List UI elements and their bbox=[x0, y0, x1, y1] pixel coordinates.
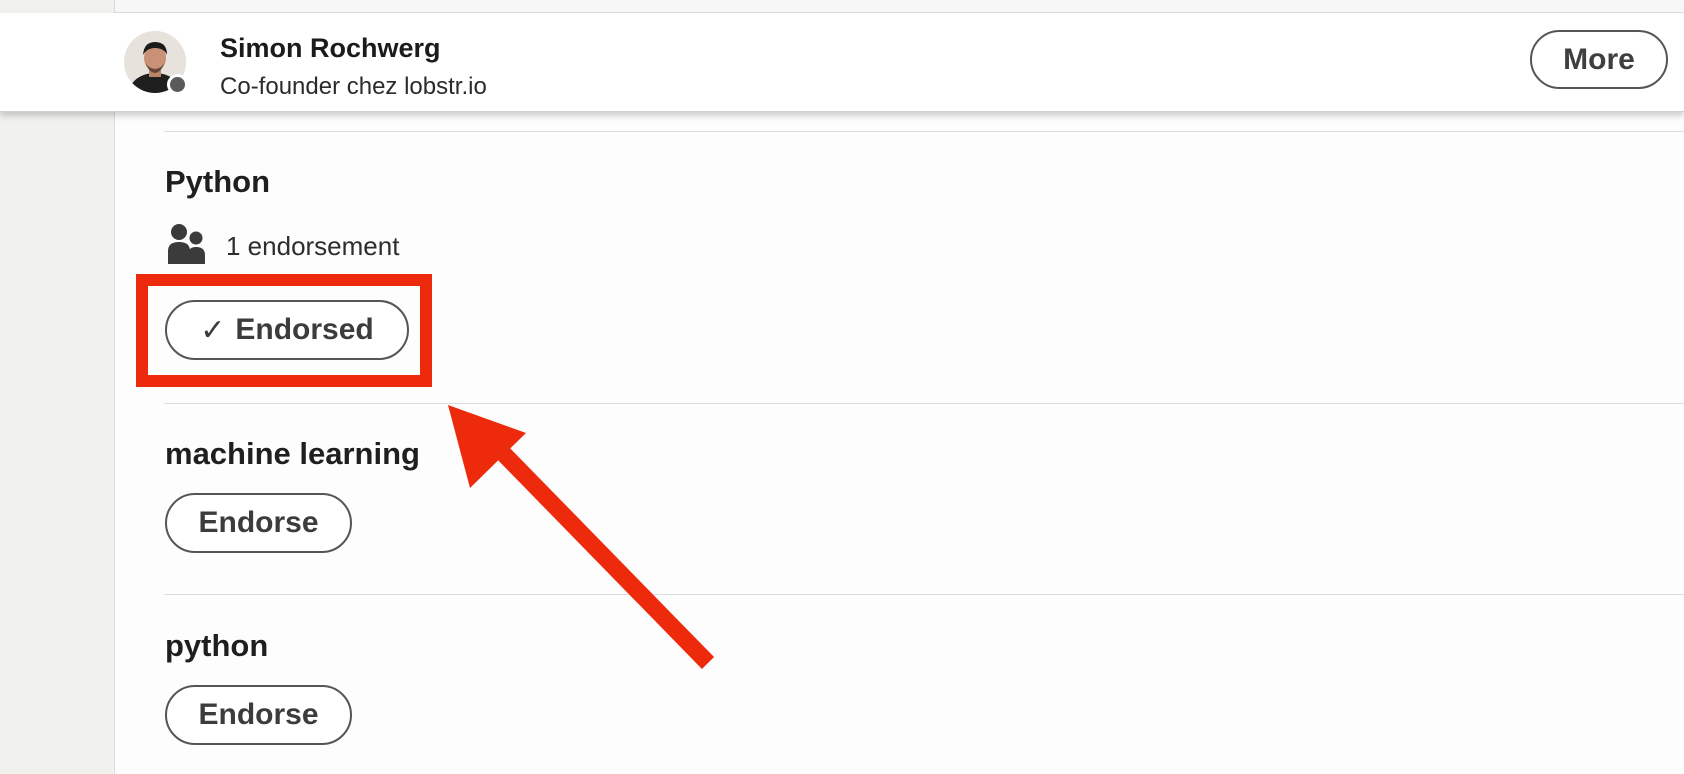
annotation-arrow bbox=[448, 405, 715, 669]
